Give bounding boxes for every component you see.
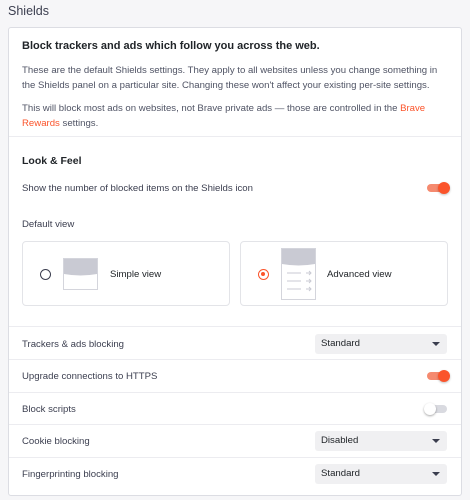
intro-paragraph-2-suffix: settings. [59, 118, 99, 129]
divider [9, 457, 461, 458]
intro-paragraph-2-text: This will block most ads on websites, no… [22, 103, 401, 114]
advanced-view-radio[interactable] [258, 269, 269, 280]
trackers-blocking-label: Trackers & ads blocking [22, 339, 125, 350]
intro-heading: Block trackers and ads which follow you … [22, 40, 320, 52]
cookie-blocking-value: Disabled [321, 435, 359, 446]
divider [9, 359, 461, 360]
intro-paragraph-1: These are the default Shields settings. … [22, 65, 438, 91]
cookie-blocking-select[interactable]: Disabled [315, 431, 447, 451]
fingerprinting-blocking-select[interactable]: Standard [315, 464, 447, 484]
simple-view-label: Simple view [110, 269, 162, 280]
intro-paragraph-2: This will block most ads on websites, no… [22, 101, 448, 131]
chevron-down-icon [432, 342, 440, 346]
default-view-label: Default view [22, 219, 75, 230]
divider [9, 326, 461, 327]
advanced-view-label: Advanced view [327, 269, 392, 280]
block-scripts-toggle[interactable] [424, 403, 447, 415]
intro-section: Block trackers and ads which follow you … [9, 28, 461, 131]
shields-settings-card: Block trackers and ads which follow you … [8, 27, 462, 496]
divider [9, 136, 461, 137]
divider [9, 424, 461, 425]
page-title: Shields [8, 4, 49, 18]
advanced-view-preview-icon [281, 248, 316, 300]
trackers-blocking-value: Standard [321, 338, 360, 349]
show-blocked-count-label: Show the number of blocked items on the … [22, 183, 253, 194]
advanced-view-option[interactable]: Advanced view [240, 241, 448, 306]
simple-view-preview-icon [63, 258, 98, 290]
chevron-down-icon [432, 439, 440, 443]
fingerprinting-blocking-label: Fingerprinting blocking [22, 469, 119, 480]
upgrade-https-label: Upgrade connections to HTTPS [22, 371, 158, 382]
block-scripts-label: Block scripts [22, 404, 76, 415]
simple-view-radio[interactable] [40, 269, 51, 280]
toggle-knob [438, 370, 450, 382]
toggle-knob [438, 182, 450, 194]
look-feel-heading: Look & Feel [22, 155, 82, 167]
chevron-down-icon [432, 472, 440, 476]
divider [9, 392, 461, 393]
trackers-blocking-select[interactable]: Standard [315, 334, 447, 354]
fingerprinting-blocking-value: Standard [321, 468, 360, 479]
upgrade-https-toggle[interactable] [427, 370, 450, 382]
toggle-knob [424, 403, 436, 415]
cookie-blocking-label: Cookie blocking [22, 436, 90, 447]
show-blocked-count-toggle[interactable] [427, 182, 450, 194]
simple-view-option[interactable]: Simple view [22, 241, 230, 306]
